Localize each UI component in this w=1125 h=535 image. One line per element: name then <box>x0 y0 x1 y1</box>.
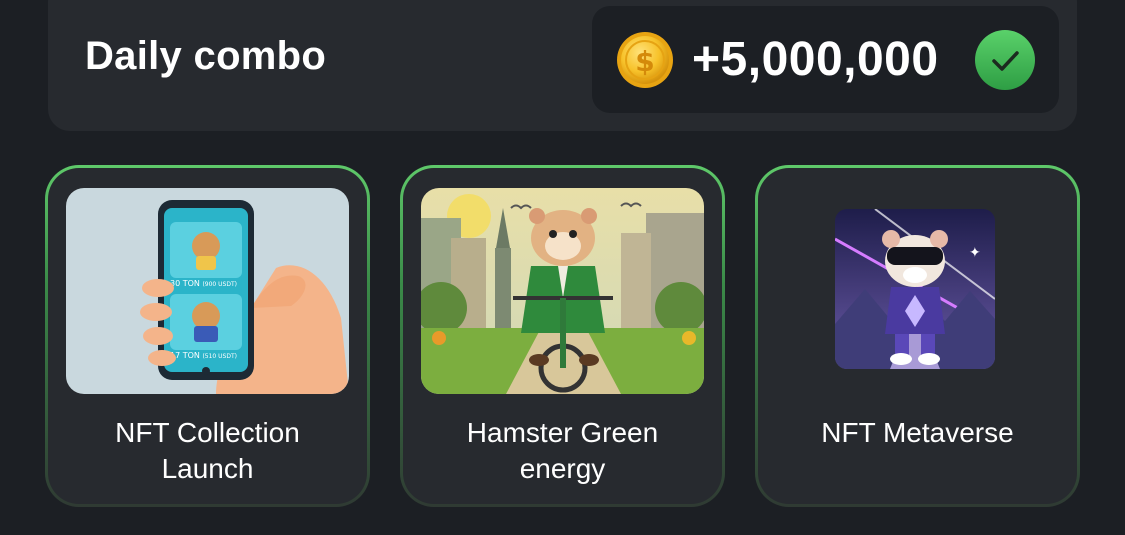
card-label: Hamster Green energy <box>466 417 659 484</box>
combo-card-green-energy[interactable]: Hamster Green energy <box>400 165 725 507</box>
hamster-riding-bicycle-illustration <box>421 188 704 394</box>
svg-text:✦: ✦ <box>969 245 981 261</box>
phone-price-1: 30 TON (900 USDT) <box>170 279 237 288</box>
dollar-coin-icon: $ <box>617 32 673 88</box>
combo-card-metaverse[interactable]: ✦ NFT Metaverse <box>755 165 1080 507</box>
svg-text:$: $ <box>635 45 654 78</box>
phone-price-2: 17 TON (510 USDT) <box>170 351 237 360</box>
phone-nft-collection-illustration: 30 TON (900 USDT) 17 TON (510 USDT) <box>66 188 349 394</box>
reward-amount: +5,000,000 <box>692 33 939 86</box>
daily-combo-title: Daily combo <box>85 34 327 78</box>
hamster-vr-headset-illustration: ✦ <box>835 209 995 369</box>
card-label: NFT Collection Launch <box>115 417 300 484</box>
combo-card-nft-collection[interactable]: 30 TON (900 USDT) 17 TON (510 USDT) NFT … <box>45 165 370 507</box>
card-label: NFT Metaverse <box>821 417 1014 448</box>
checkmark-icon <box>975 30 1035 90</box>
